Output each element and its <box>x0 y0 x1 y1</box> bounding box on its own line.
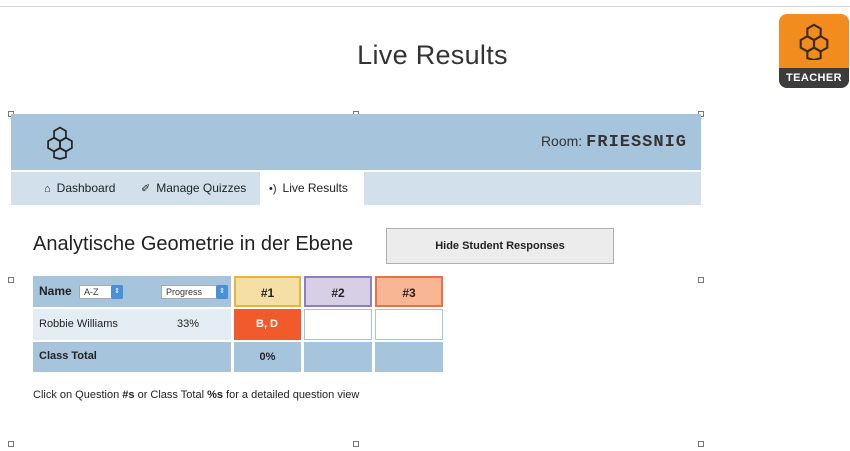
help-text-part: Click on Question <box>33 389 123 401</box>
nav-item-live-results[interactable]: •) Live Results <box>260 172 364 205</box>
nav-item-label: Live Results <box>282 181 348 195</box>
wrench-icon: ✐ <box>141 183 151 195</box>
name-header: Name <box>39 284 72 298</box>
class-total-cell: Class Total <box>33 342 231 372</box>
table-row: Robbie Williams 33% <box>33 309 231 340</box>
nav-item-manage-quizzes[interactable]: ✐ Manage Quizzes <box>141 172 246 205</box>
help-text-emphasis: %s <box>207 389 223 401</box>
resize-handle[interactable] <box>353 441 359 447</box>
class-total-q2[interactable] <box>304 342 372 372</box>
question-3-header[interactable]: #3 <box>375 276 443 307</box>
nav-bar: ⌂ Dashboard ✐ Manage Quizzes •) Live Result… <box>11 172 701 205</box>
answer-cell[interactable] <box>304 309 372 340</box>
app-header: Room: FRIESSNIG <box>11 114 701 170</box>
progress-select-value: Progress <box>166 287 203 297</box>
class-total-label: Class Total <box>39 350 97 362</box>
name-header-cell: Name A-Z ⇕ Progress ⇕ <box>33 276 231 307</box>
nav-item-label: Dashboard <box>56 181 116 195</box>
class-total-q1[interactable]: 0% <box>234 342 301 372</box>
resize-handle[interactable] <box>8 441 14 447</box>
teacher-label: TEACHER <box>779 68 849 88</box>
hide-student-responses-button[interactable]: Hide Student Responses <box>386 228 614 264</box>
chevron-updown-icon: ⇕ <box>111 285 123 299</box>
help-text-part: for a detailed question view <box>222 389 360 401</box>
student-name[interactable]: Robbie Williams <box>39 318 118 330</box>
resize-handle[interactable] <box>698 277 704 283</box>
teacher-badge: TEACHER <box>779 14 849 88</box>
sort-select[interactable]: A-Z ⇕ <box>79 285 123 299</box>
chevron-updown-icon: ⇕ <box>216 285 228 299</box>
room-code: FRIESSNIG <box>586 133 687 152</box>
quiz-title: Analytische Geometrie in der Ebene <box>33 233 354 255</box>
resize-handle[interactable] <box>698 441 704 447</box>
nav-item-dashboard[interactable]: ⌂ Dashboard <box>44 172 115 205</box>
class-total-q3[interactable] <box>375 342 443 372</box>
question-2-header[interactable]: #2 <box>304 276 372 307</box>
help-text-part: or Class Total <box>134 389 208 401</box>
broadcast-icon: •) <box>269 183 277 195</box>
top-divider <box>0 6 850 7</box>
room-label: Room: <box>540 133 583 149</box>
nav-item-label: Manage Quizzes <box>156 181 247 195</box>
hexagon-cluster-icon[interactable] <box>43 124 77 160</box>
answer-cell[interactable] <box>375 309 443 340</box>
resize-handle[interactable] <box>8 277 14 283</box>
question-1-header[interactable]: #1 <box>234 276 301 307</box>
sort-select-value: A-Z <box>84 287 99 297</box>
answer-cell[interactable]: B, D <box>234 309 301 340</box>
help-text: Click on Question #s or Class Total %s f… <box>33 389 359 401</box>
home-icon: ⌂ <box>44 183 51 195</box>
progress-select[interactable]: Progress ⇕ <box>161 285 228 299</box>
slide-title: Live Results <box>357 40 508 70</box>
help-text-emphasis: #s <box>122 389 135 401</box>
room-info: Room: FRIESSNIG <box>541 133 687 152</box>
student-progress: 33% <box>177 318 200 330</box>
hexagon-cluster-icon <box>799 23 829 60</box>
